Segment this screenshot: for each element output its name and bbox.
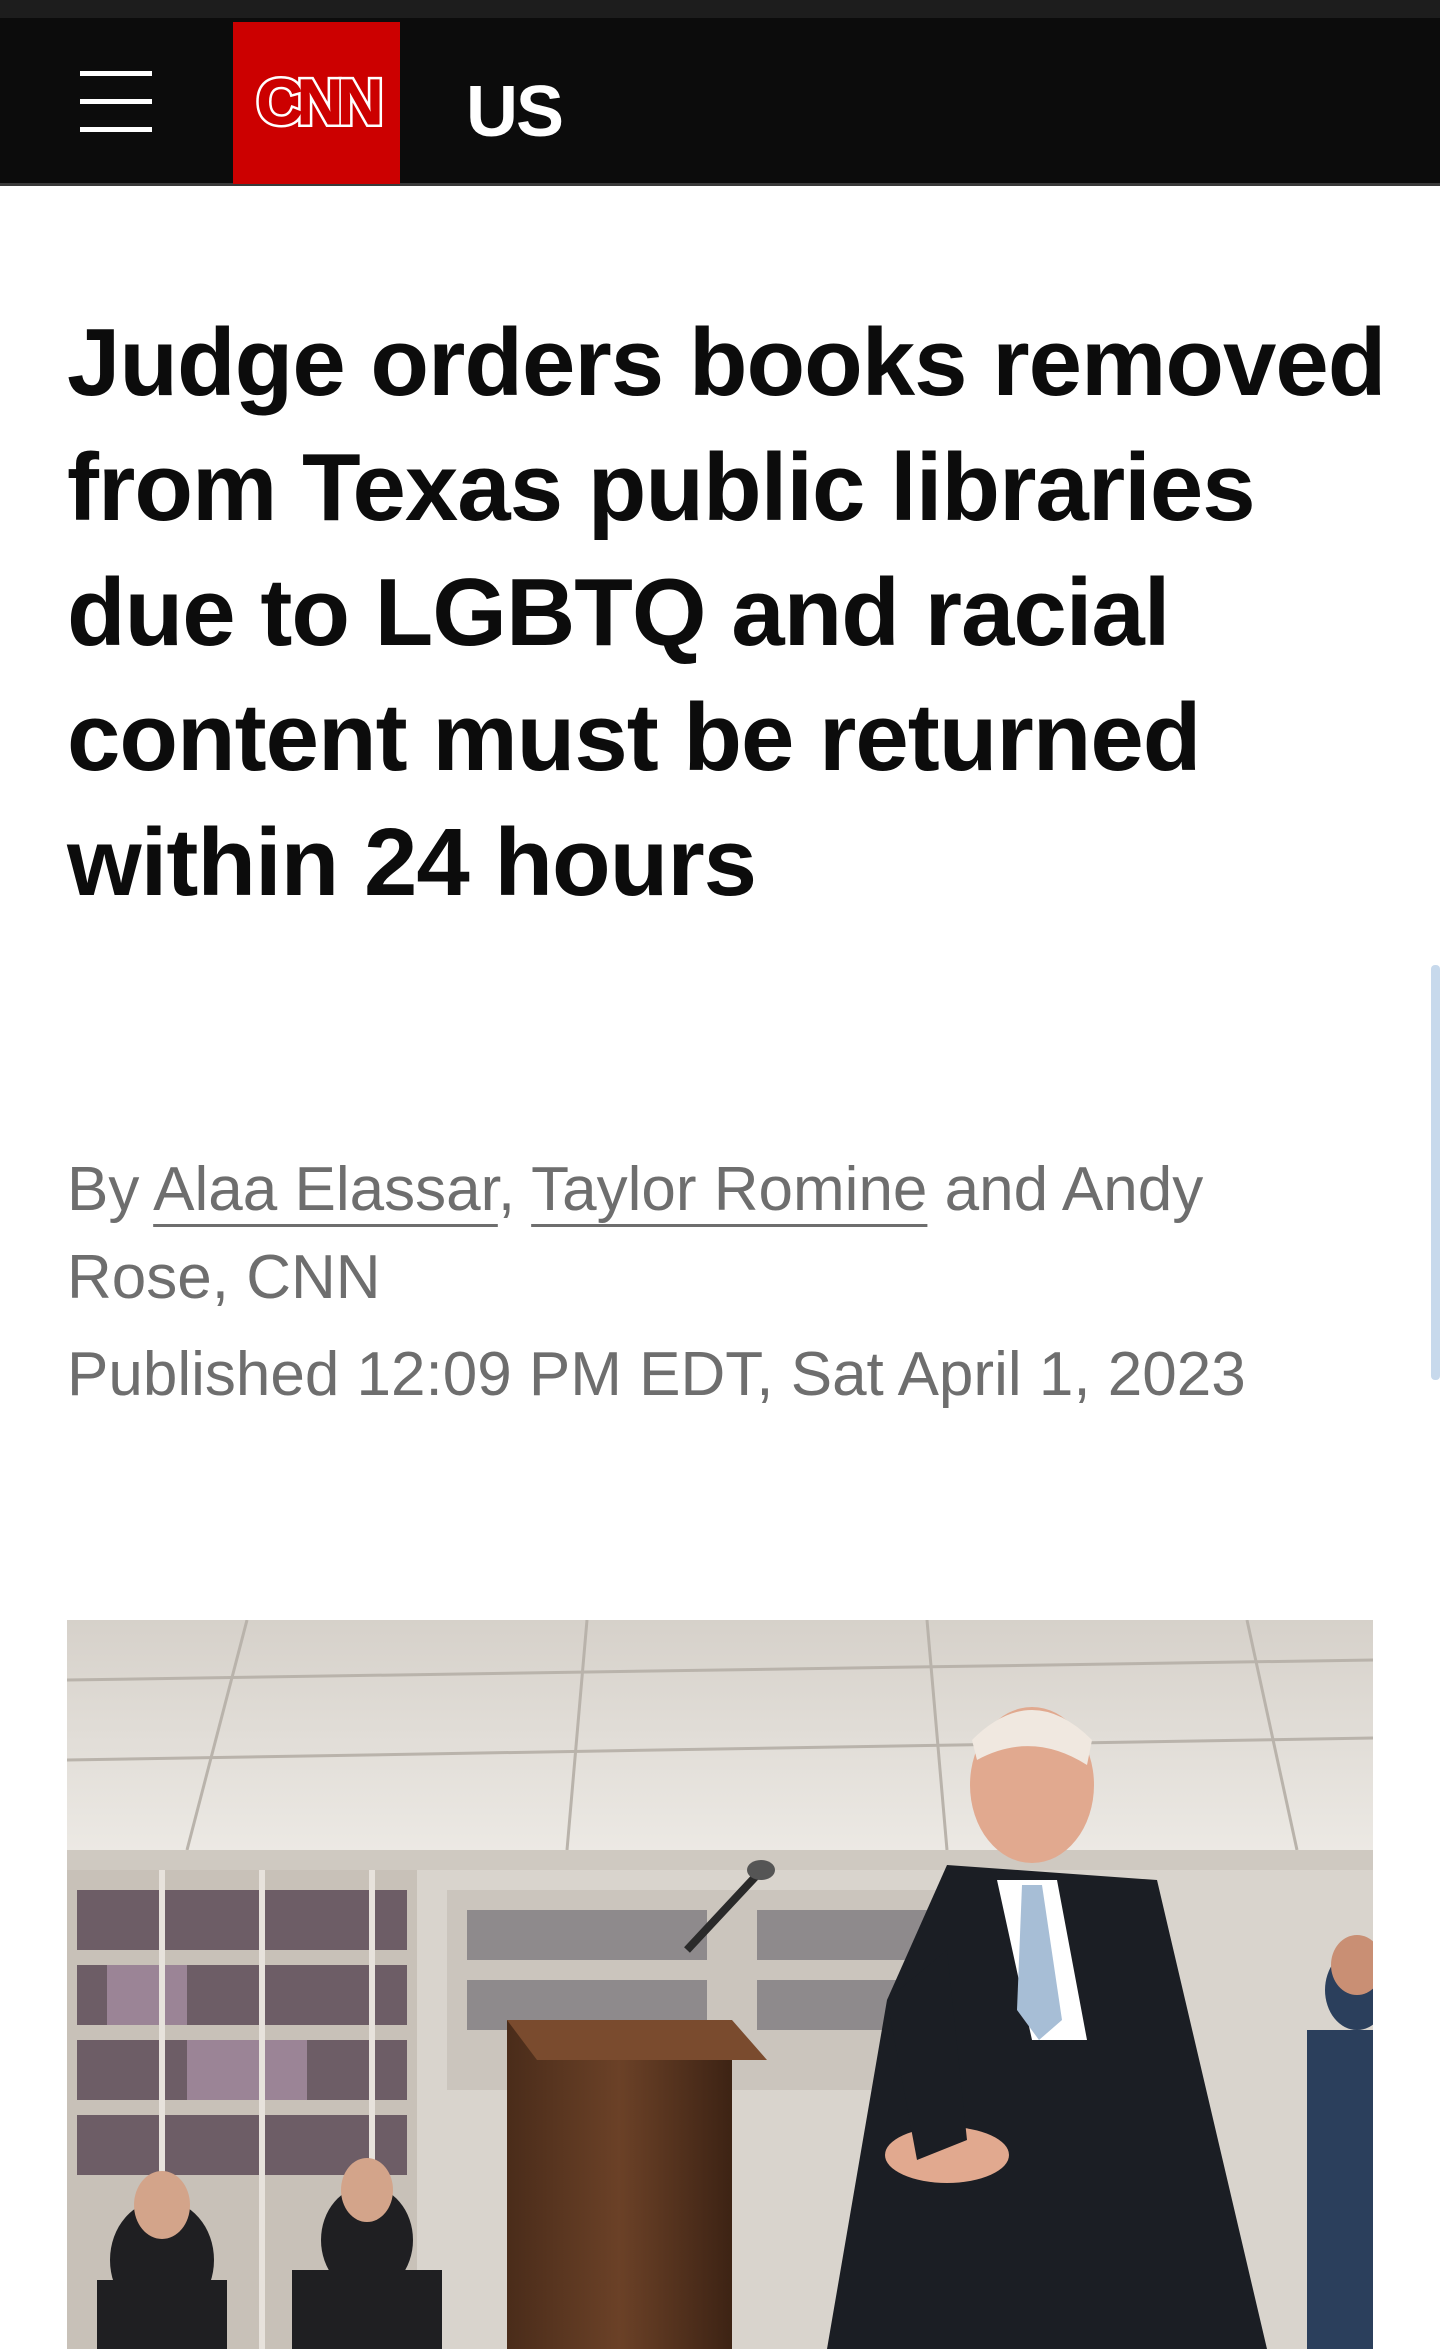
section-link-us[interactable]: US xyxy=(466,72,564,152)
svg-text:CNN: CNN xyxy=(256,66,378,138)
scrollbar-thumb[interactable] xyxy=(1431,965,1440,1380)
article-byline: By Alaa Elassar, Taylor Romine and Andy … xyxy=(67,1146,1377,1322)
author-link-alaa-elassar[interactable]: Alaa Elassar xyxy=(153,1155,498,1224)
published-timestamp: Published 12:09 PM EDT, Sat April 1, 202… xyxy=(67,1340,1246,1409)
cnn-logo[interactable]: CNN CNN xyxy=(233,22,400,184)
menu-button[interactable] xyxy=(74,60,158,144)
cnn-logo-mark: CNN CNN xyxy=(253,66,384,140)
top-navigation-bar: CNN CNN US xyxy=(0,18,1440,186)
byline-separator: , xyxy=(497,1155,516,1224)
article-headline: Judge orders books removed from Texas pu… xyxy=(67,309,1386,916)
author-link-taylor-romine[interactable]: Taylor Romine xyxy=(531,1155,927,1224)
status-bar xyxy=(0,0,1440,18)
byline-prefix: By xyxy=(67,1155,140,1224)
hero-image[interactable] xyxy=(67,1620,1373,2349)
hamburger-menu-icon xyxy=(80,69,152,135)
photo-speaker-at-podium xyxy=(67,1620,1373,2349)
